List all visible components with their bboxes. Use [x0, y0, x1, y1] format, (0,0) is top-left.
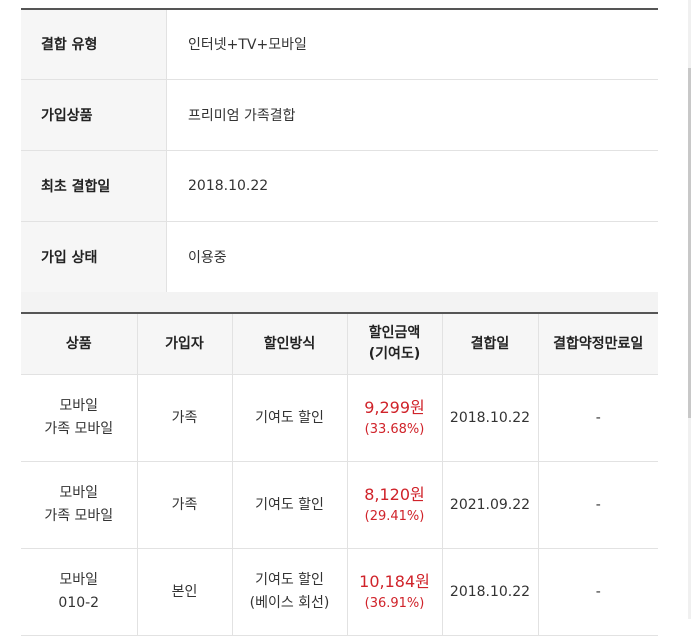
method-label: 기여도 할인 — [255, 572, 324, 588]
column-header-amount: 할인금액 (기여도) — [347, 313, 443, 375]
table-header-row: 상품 가입자 할인방식 할인금액 (기여도) 결합일 결합약정만료일 — [21, 313, 658, 375]
info-row-status: 가입 상태 이용중 — [21, 221, 658, 293]
combination-info-table: 결합 유형 인터넷+TV+모바일 가입상품 프리미엄 가족결합 최초 결합일 2… — [21, 8, 658, 293]
product-detail: 010-2 — [58, 595, 100, 611]
info-value: 2018.10.22 — [166, 150, 658, 222]
join-date-cell: 2018.10.22 — [442, 374, 539, 462]
product-cell: 모바일 가족 모바일 — [21, 374, 138, 462]
subscriber-cell: 본인 — [137, 548, 233, 636]
table-row: 모바일 가족 모바일 가족 기여도 할인 8,120원 (29.41%) 202… — [21, 461, 658, 549]
contribution-percent: (29.41%) — [364, 509, 425, 524]
subscriber-cell: 가족 — [137, 374, 233, 462]
column-header-method: 할인방식 — [232, 313, 348, 375]
method-cell: 기여도 할인 — [232, 374, 348, 462]
join-date-cell: 2018.10.22 — [442, 548, 539, 636]
discount-detail-table: 상품 가입자 할인방식 할인금액 (기여도) 결합일 결합약정만료일 모바일 가… — [21, 312, 658, 636]
product-cell: 모바일 가족 모바일 — [21, 461, 138, 549]
amount-header-line2: (기여도) — [368, 346, 421, 362]
method-label: 기여도 할인 — [255, 496, 324, 513]
column-header-expiry: 결합약정만료일 — [538, 313, 658, 375]
amount-cell: 8,120원 (29.41%) — [347, 461, 443, 549]
contribution-percent: (33.68%) — [364, 422, 425, 437]
table-row: 모바일 가족 모바일 가족 기여도 할인 9,299원 (33.68%) 201… — [21, 374, 658, 462]
column-header-product: 상품 — [21, 313, 138, 375]
column-header-join-date: 결합일 — [442, 313, 539, 375]
info-label: 최초 결합일 — [21, 150, 167, 222]
method-cell: 기여도 할인 — [232, 461, 348, 549]
subscriber-cell: 가족 — [137, 461, 233, 549]
method-sublabel: (베이스 회선) — [249, 595, 330, 611]
info-label: 결합 유형 — [21, 9, 167, 80]
discount-amount: 9,299원 — [364, 398, 425, 417]
join-date-cell: 2021.09.22 — [442, 461, 539, 549]
amount-cell: 10,184원 (36.91%) — [347, 548, 443, 636]
product-detail: 가족 모바일 — [44, 421, 114, 437]
info-label: 가입 상태 — [21, 221, 167, 293]
info-label: 가입상품 — [21, 79, 167, 151]
expiry-cell: - — [538, 548, 658, 636]
product-name: 모바일 — [59, 485, 99, 501]
discount-amount: 10,184원 — [359, 572, 430, 591]
section-divider — [21, 292, 658, 312]
amount-header-line1: 할인금액 — [368, 325, 421, 341]
contribution-percent: (36.91%) — [364, 596, 425, 611]
product-cell: 모바일 010-2 — [21, 548, 138, 636]
product-name: 모바일 — [59, 398, 99, 414]
discount-amount: 8,120원 — [364, 485, 425, 504]
info-value: 프리미엄 가족결합 — [166, 79, 658, 151]
expiry-cell: - — [538, 374, 658, 462]
product-name: 모바일 — [59, 572, 99, 588]
info-row-first-date: 최초 결합일 2018.10.22 — [21, 150, 658, 222]
method-cell: 기여도 할인 (베이스 회선) — [232, 548, 348, 636]
info-value: 이용중 — [166, 221, 658, 293]
expiry-cell: - — [538, 461, 658, 549]
column-header-subscriber: 가입자 — [137, 313, 233, 375]
table-row: 모바일 010-2 본인 기여도 할인 (베이스 회선) 10,184원 (36… — [21, 548, 658, 636]
amount-cell: 9,299원 (33.68%) — [347, 374, 443, 462]
info-row-type: 결합 유형 인터넷+TV+모바일 — [21, 9, 658, 80]
product-detail: 가족 모바일 — [44, 508, 114, 524]
info-row-product: 가입상품 프리미엄 가족결합 — [21, 79, 658, 151]
info-value: 인터넷+TV+모바일 — [166, 9, 658, 80]
method-label: 기여도 할인 — [255, 409, 324, 426]
